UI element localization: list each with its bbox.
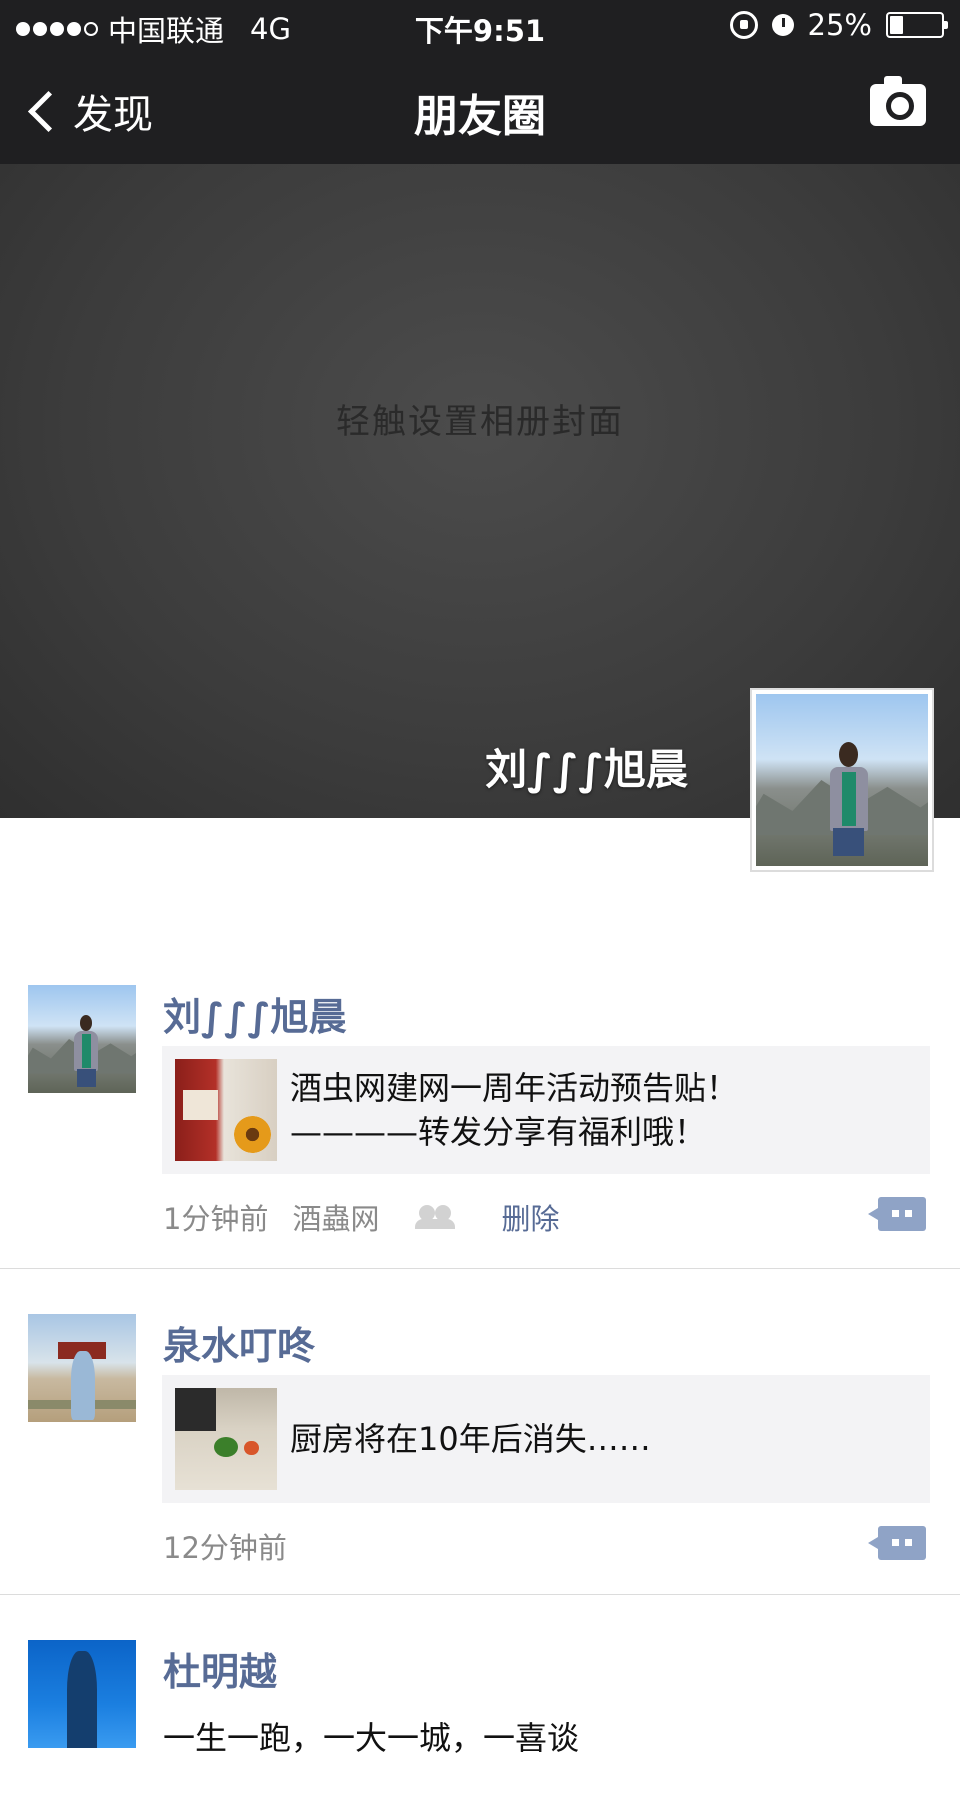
camera-icon[interactable] — [870, 76, 926, 126]
profile-avatar[interactable] — [750, 688, 934, 872]
shared-link-title: 酒虫网建网一周年活动预告贴！ ————转发分享有福利哦！ — [290, 1066, 738, 1154]
post-avatar[interactable] — [28, 1314, 136, 1422]
comment-action-icon[interactable] — [868, 1526, 926, 1560]
avatar-photo — [756, 694, 928, 866]
page-title: 朋友圈 — [414, 91, 546, 142]
alarm-icon — [771, 14, 794, 36]
moments-feed: 刘∫∫∫旭晨 酒虫网建网一周年活动预告贴！ ————转发分享有福利哦！ 1分钟前… — [0, 940, 960, 1795]
shared-link-thumbnail — [175, 1388, 277, 1490]
visibility-friends-icon[interactable] — [415, 1205, 456, 1229]
shared-link-line: 酒虫网建网一周年活动预告贴！ — [290, 1069, 739, 1107]
shared-link-line: 厨房将在10年后消失…… — [290, 1420, 651, 1458]
status-bar: 中国联通 4G 下午9:51 25% — [0, 0, 960, 52]
post-author-name[interactable]: 杜明越 — [163, 1641, 277, 1696]
post-meta: 12分钟前 — [163, 1525, 287, 1567]
battery-icon — [886, 12, 948, 38]
avatar-photo — [28, 1640, 136, 1748]
battery-percent: 25% — [807, 8, 872, 42]
cover-user-name: 刘∫∫∫旭晨 — [485, 745, 688, 794]
shared-link-card[interactable]: 酒虫网建网一周年活动预告贴！ ————转发分享有福利哦！ — [162, 1046, 930, 1174]
post-source[interactable]: 酒蟲网 — [292, 1196, 379, 1238]
moment-post: 刘∫∫∫旭晨 酒虫网建网一周年活动预告贴！ ————转发分享有福利哦！ 1分钟前… — [0, 940, 960, 1269]
avatar-photo — [28, 985, 136, 1093]
post-avatar[interactable] — [28, 1640, 136, 1748]
shared-link-line: ————转发分享有福利哦！ — [290, 1113, 707, 1151]
comment-action-icon[interactable] — [868, 1197, 926, 1231]
cover-hint: 轻触设置相册封面 — [336, 402, 624, 442]
post-meta: 1分钟前 酒蟲网 删除 — [163, 1196, 559, 1238]
shared-link-card[interactable]: 厨房将在10年后消失…… — [162, 1375, 930, 1503]
top-bar: 中国联通 4G 下午9:51 25% 发现 朋友圈 — [0, 0, 960, 164]
post-author-name[interactable]: 刘∫∫∫旭晨 — [163, 986, 347, 1041]
delete-button[interactable]: 删除 — [501, 1196, 559, 1238]
post-text: 一生一跑，一大一城，一喜谈 — [163, 1719, 580, 1757]
status-right: 25% — [729, 8, 948, 42]
post-time: 1分钟前 — [163, 1202, 269, 1236]
moment-post: 泉水叮咚 厨房将在10年后消失…… 12分钟前 — [0, 1269, 960, 1595]
moment-post: 杜明越 一生一跑，一大一城，一喜谈 — [0, 1595, 960, 1795]
avatar-photo — [28, 1314, 136, 1422]
shared-link-title: 厨房将在10年后消失…… — [290, 1417, 651, 1461]
rotation-lock-icon — [729, 11, 758, 39]
post-author-name[interactable]: 泉水叮咚 — [163, 1315, 315, 1370]
post-time: 12分钟前 — [163, 1531, 287, 1565]
post-avatar[interactable] — [28, 985, 136, 1093]
shared-link-thumbnail — [175, 1059, 277, 1161]
navigation-bar: 发现 朋友圈 — [0, 64, 960, 154]
